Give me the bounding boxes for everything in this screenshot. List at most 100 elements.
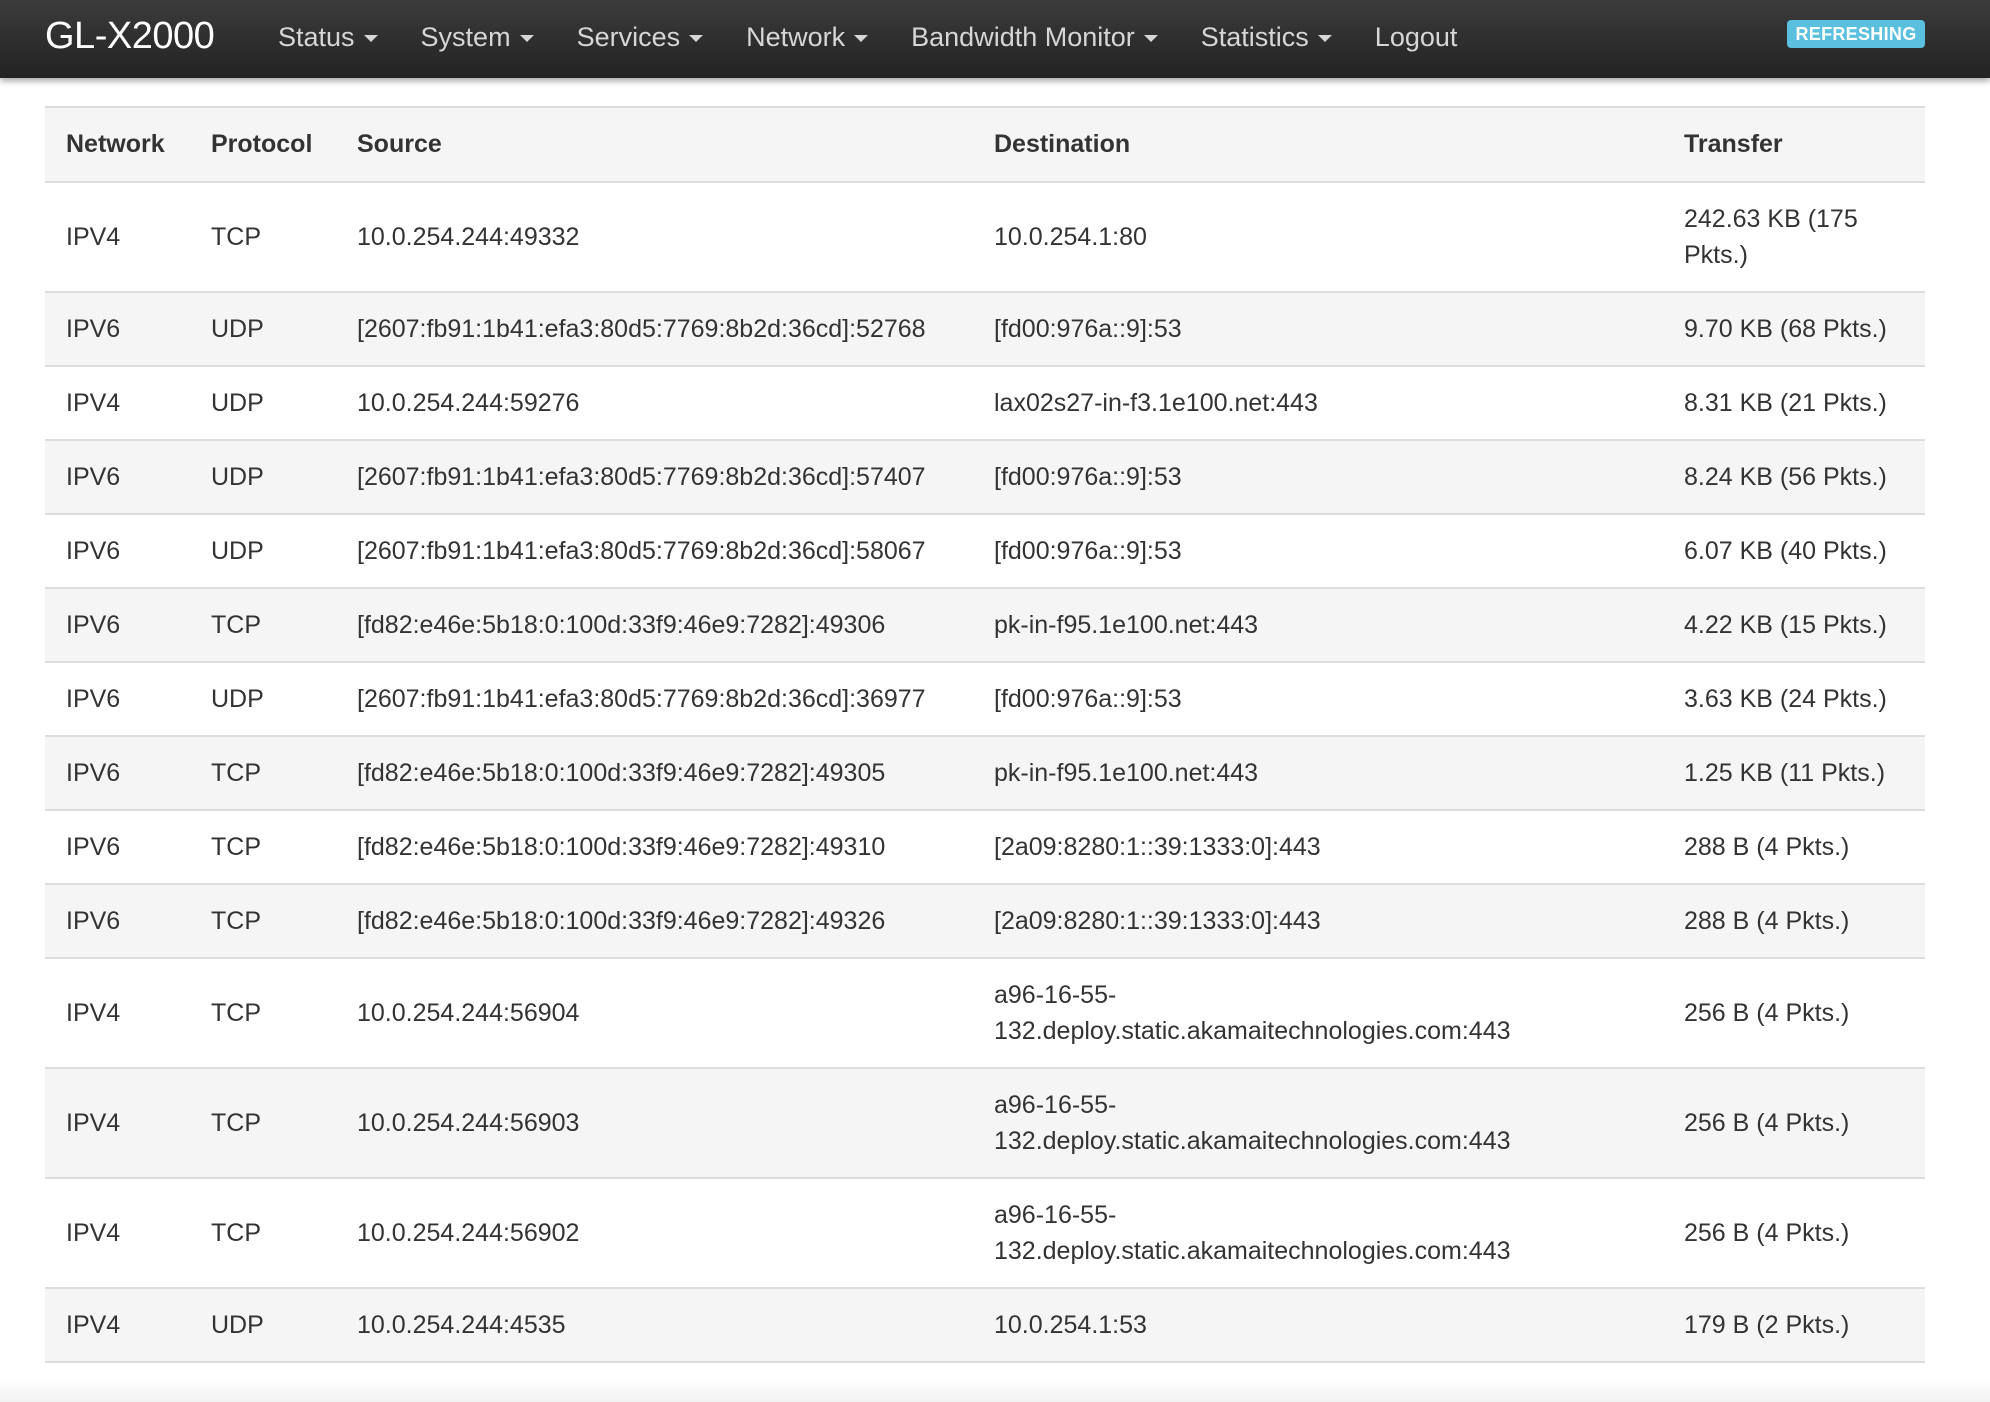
cell-transfer: 8.31 KB (21 Pkts.) bbox=[1663, 366, 1925, 441]
cell-transfer: 256 B (4 Pkts.) bbox=[1663, 958, 1925, 1069]
cell-source: 10.0.254.244:49332 bbox=[336, 182, 973, 293]
table-row: IPV6 TCP [fd82:e46e:5b18:0:100d:33f9:46e… bbox=[45, 884, 1925, 959]
menu-system[interactable]: System bbox=[421, 22, 534, 53]
cell-destination: a96-16-55-132.deploy.static.akamaitechno… bbox=[973, 1068, 1663, 1179]
cell-protocol: TCP bbox=[190, 182, 336, 293]
cell-network: IPV4 bbox=[45, 182, 190, 293]
cell-network: IPV6 bbox=[45, 810, 190, 885]
menu-logout-label: Logout bbox=[1374, 21, 1458, 52]
cell-network: IPV6 bbox=[45, 514, 190, 589]
brand-logo[interactable]: GL-X2000 bbox=[45, 0, 215, 74]
caret-down-icon bbox=[1317, 34, 1332, 42]
menu-network[interactable]: Network bbox=[746, 21, 869, 53]
menu-logout[interactable]: Logout bbox=[1375, 22, 1458, 53]
menu-statistics[interactable]: Statistics bbox=[1201, 22, 1332, 53]
refreshing-status-badge: REFRESHING bbox=[1787, 20, 1925, 48]
top-navbar: GL-X2000 Status System Services Network … bbox=[0, 0, 1990, 78]
cell-source: [fd82:e46e:5b18:0:100d:33f9:46e9:7282]:4… bbox=[336, 588, 973, 663]
cell-transfer: 242.63 KB (175 Pkts.) bbox=[1663, 182, 1925, 293]
cell-destination: a96-16-55-132.deploy.static.akamaitechno… bbox=[973, 1178, 1663, 1289]
menu-status[interactable]: Status bbox=[278, 22, 378, 53]
caret-down-icon bbox=[689, 34, 704, 42]
cell-protocol: TCP bbox=[190, 1068, 336, 1179]
table-row: IPV6 UDP [2607:fb91:1b41:efa3:80d5:7769:… bbox=[45, 662, 1925, 737]
cell-network: IPV4 bbox=[45, 1068, 190, 1179]
cell-source: [2607:fb91:1b41:efa3:80d5:7769:8b2d:36cd… bbox=[336, 514, 973, 589]
cell-source: [2607:fb91:1b41:efa3:80d5:7769:8b2d:36cd… bbox=[336, 440, 973, 515]
cell-protocol: UDP bbox=[190, 662, 336, 737]
cell-source: 10.0.254.244:56904 bbox=[336, 958, 973, 1069]
menu-network-label: Network bbox=[746, 21, 846, 52]
cell-network: IPV6 bbox=[45, 736, 190, 811]
cell-source: 10.0.254.244:59276 bbox=[336, 366, 973, 441]
cell-source: [2607:fb91:1b41:efa3:80d5:7769:8b2d:36cd… bbox=[336, 662, 973, 737]
connections-table-container: Network Protocol Source Destination Tran… bbox=[45, 106, 1925, 1363]
cell-destination: [fd00:976a::9]:53 bbox=[973, 440, 1663, 515]
cell-destination: 10.0.254.1:53 bbox=[973, 1288, 1663, 1363]
header-network: Network bbox=[45, 107, 190, 183]
main-menu: Status System Services Network Bandwidth… bbox=[278, 0, 1500, 74]
table-header-row: Network Protocol Source Destination Tran… bbox=[45, 107, 1925, 183]
cell-destination: lax02s27-in-f3.1e100.net:443 bbox=[973, 366, 1663, 441]
cell-protocol: TCP bbox=[190, 736, 336, 811]
cell-destination: a96-16-55-132.deploy.static.akamaitechno… bbox=[973, 958, 1663, 1069]
cell-transfer: 256 B (4 Pkts.) bbox=[1663, 1068, 1925, 1179]
table-row: IPV6 UDP [2607:fb91:1b41:efa3:80d5:7769:… bbox=[45, 514, 1925, 589]
cell-network: IPV6 bbox=[45, 662, 190, 737]
menu-services[interactable]: Services bbox=[577, 22, 704, 53]
cell-transfer: 8.24 KB (56 Pkts.) bbox=[1663, 440, 1925, 515]
cell-destination: [2a09:8280:1::39:1333:0]:443 bbox=[973, 884, 1663, 959]
table-row: IPV6 TCP [fd82:e46e:5b18:0:100d:33f9:46e… bbox=[45, 736, 1925, 811]
menu-services-label: Services bbox=[576, 21, 681, 52]
caret-down-icon bbox=[854, 34, 869, 42]
cell-destination: [2a09:8280:1::39:1333:0]:443 bbox=[973, 810, 1663, 885]
header-source: Source bbox=[336, 107, 973, 183]
cell-network: IPV4 bbox=[45, 1178, 190, 1289]
table-row: IPV4 TCP 10.0.254.244:49332 10.0.254.1:8… bbox=[45, 182, 1925, 293]
table-row: IPV4 TCP 10.0.254.244:56903 a96-16-55-13… bbox=[45, 1068, 1925, 1179]
menu-statistics-label: Statistics bbox=[1200, 21, 1309, 52]
cell-network: IPV6 bbox=[45, 884, 190, 959]
table-row: IPV4 TCP 10.0.254.244:56904 a96-16-55-13… bbox=[45, 958, 1925, 1069]
header-transfer: Transfer bbox=[1663, 107, 1925, 183]
cell-source: 10.0.254.244:4535 bbox=[336, 1288, 973, 1363]
caret-down-icon bbox=[1143, 34, 1158, 42]
menu-bandwidth-monitor-label: Bandwidth Monitor bbox=[911, 21, 1135, 52]
header-protocol: Protocol bbox=[190, 107, 336, 183]
cell-destination: [fd00:976a::9]:53 bbox=[973, 662, 1663, 737]
cell-protocol: TCP bbox=[190, 810, 336, 885]
cell-protocol: UDP bbox=[190, 1288, 336, 1363]
cell-transfer: 4.22 KB (15 Pkts.) bbox=[1663, 588, 1925, 663]
table-row: IPV4 TCP 10.0.254.244:56902 a96-16-55-13… bbox=[45, 1178, 1925, 1289]
cell-destination: [fd00:976a::9]:53 bbox=[973, 292, 1663, 367]
cell-source: 10.0.254.244:56903 bbox=[336, 1068, 973, 1179]
cell-transfer: 6.07 KB (40 Pkts.) bbox=[1663, 514, 1925, 589]
cell-network: IPV6 bbox=[45, 292, 190, 367]
cell-network: IPV6 bbox=[45, 440, 190, 515]
cell-transfer: 256 B (4 Pkts.) bbox=[1663, 1178, 1925, 1289]
cell-source: [fd82:e46e:5b18:0:100d:33f9:46e9:7282]:4… bbox=[336, 884, 973, 959]
caret-down-icon bbox=[519, 34, 534, 42]
table-row: IPV6 UDP [2607:fb91:1b41:efa3:80d5:7769:… bbox=[45, 292, 1925, 367]
connections-table: Network Protocol Source Destination Tran… bbox=[45, 106, 1925, 1363]
cell-transfer: 9.70 KB (68 Pkts.) bbox=[1663, 292, 1925, 367]
cell-network: IPV6 bbox=[45, 588, 190, 663]
cell-network: IPV4 bbox=[45, 1288, 190, 1363]
header-destination: Destination bbox=[973, 107, 1663, 183]
table-row: IPV6 TCP [fd82:e46e:5b18:0:100d:33f9:46e… bbox=[45, 588, 1925, 663]
cell-protocol: UDP bbox=[190, 440, 336, 515]
cell-transfer: 288 B (4 Pkts.) bbox=[1663, 810, 1925, 885]
cell-source: [fd82:e46e:5b18:0:100d:33f9:46e9:7282]:4… bbox=[336, 736, 973, 811]
cell-protocol: UDP bbox=[190, 514, 336, 589]
caret-down-icon bbox=[363, 34, 378, 42]
cell-protocol: TCP bbox=[190, 1178, 336, 1289]
cell-network: IPV4 bbox=[45, 366, 190, 441]
cell-destination: [fd00:976a::9]:53 bbox=[973, 514, 1663, 589]
cell-transfer: 179 B (2 Pkts.) bbox=[1663, 1288, 1925, 1363]
cell-protocol: TCP bbox=[190, 588, 336, 663]
menu-bandwidth-monitor[interactable]: Bandwidth Monitor bbox=[911, 22, 1158, 53]
table-row: IPV4 UDP 10.0.254.244:4535 10.0.254.1:53… bbox=[45, 1288, 1925, 1363]
cell-destination: pk-in-f95.1e100.net:443 bbox=[973, 736, 1663, 811]
cell-protocol: UDP bbox=[190, 292, 336, 367]
table-row: IPV6 UDP [2607:fb91:1b41:efa3:80d5:7769:… bbox=[45, 440, 1925, 515]
